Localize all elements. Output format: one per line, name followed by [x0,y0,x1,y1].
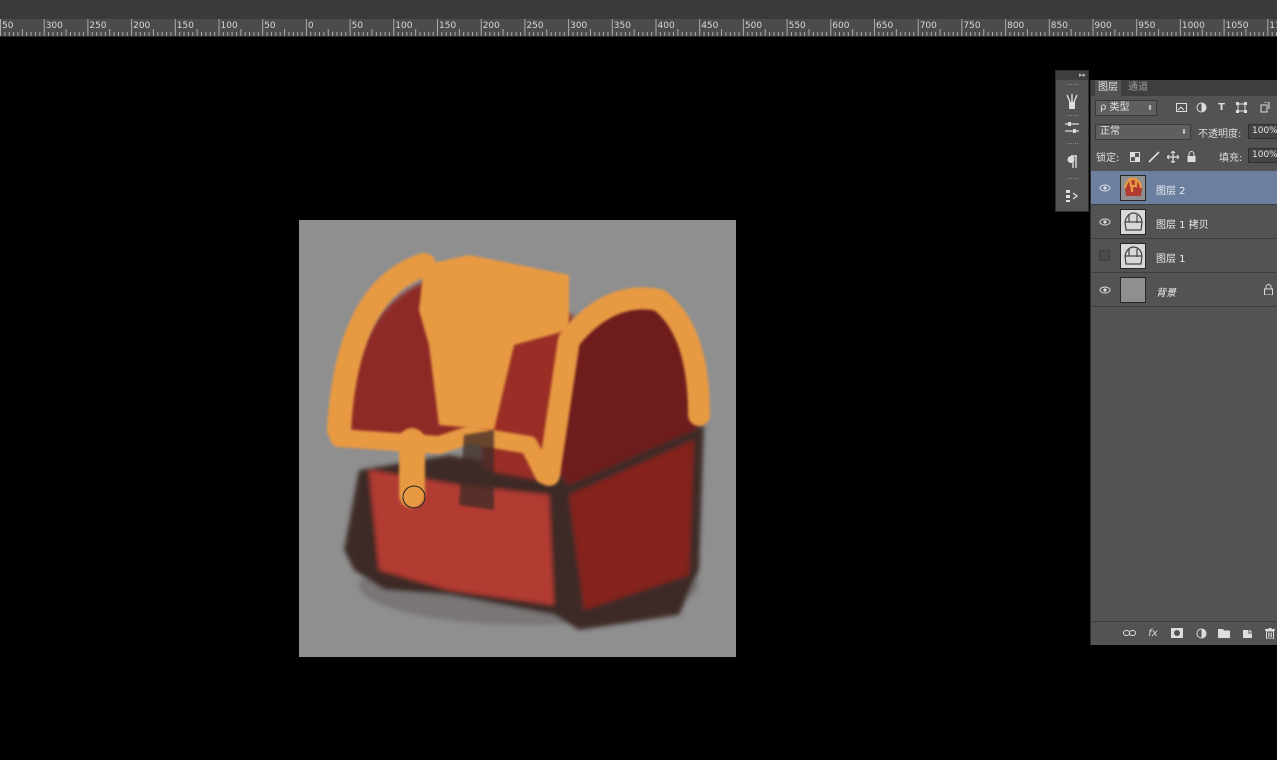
opacity-label: 不透明度: [1198,129,1242,140]
lock-icon[interactable] [1264,284,1274,296]
lock-transparent-icon[interactable] [1128,150,1141,163]
ruler-label: 150 [176,21,194,31]
ruler-label: 300 [45,21,63,31]
lock-move-icon[interactable] [1166,150,1179,163]
type-filter-icon[interactable]: T [1215,101,1228,114]
ruler-label: 150 [439,21,457,31]
ruler-label: 950 [1138,21,1156,31]
ruler-label: 1050 [1225,21,1249,31]
layer-row-background[interactable]: 背景 [1091,273,1277,307]
layer-row-layer-2[interactable]: 图层 2 [1091,171,1277,205]
blend-mode-select[interactable]: 正常 ⬍ [1095,124,1191,140]
paragraph-icon[interactable] [1061,151,1083,173]
ruler-label: 850 [1050,21,1068,31]
ruler-label: 450 [701,21,719,31]
collapsed-panel-strip: ▸▸ [1055,70,1089,212]
smart-object-filter-icon[interactable] [1258,101,1271,114]
shape-filter-icon[interactable] [1235,101,1248,114]
treasure-chest-painting [327,253,710,630]
layer-filter-kind-label: ρ 类型 [1100,102,1130,113]
visibility-toggle-off[interactable] [1099,250,1110,261]
new-layer-icon[interactable] [1240,626,1254,640]
ruler-label: 300 [570,21,588,31]
ruler-label: 1000 [1181,21,1205,31]
expand-panels-button[interactable]: ▸▸ [1056,71,1088,80]
document-canvas[interactable] [299,220,736,657]
layer-name: 图层 2 [1156,186,1186,197]
tab-layers[interactable]: 图层 [1095,80,1121,96]
visibility-eye-icon[interactable] [1099,182,1111,194]
layer-row-layer-1[interactable]: 图层 1 [1091,239,1277,273]
image-filter-icon[interactable] [1175,101,1188,114]
ruler-label: 550 [788,21,806,31]
tab-channels[interactable]: 通道 [1125,80,1151,96]
layer-thumbnail [1120,175,1146,201]
ruler-label: 250 [89,21,107,31]
adjustment-filter-icon[interactable] [1195,101,1208,114]
ruler-label: 350 [613,21,631,31]
fx-icon[interactable]: fx [1146,626,1160,640]
lock-paint-icon[interactable] [1147,150,1160,163]
adjustments-icon[interactable] [1061,117,1083,139]
ruler-label: 250 [526,21,544,31]
grip-handle[interactable] [1067,143,1078,146]
opacity-input[interactable]: 100% [1248,124,1277,139]
horizontal-ruler[interactable]: 50 300 250 200 150 100 50 0 50 100 150 200 250 300 350… [0,19,1277,37]
new-group-icon[interactable] [1217,626,1231,640]
lock-all-icon[interactable] [1185,150,1198,163]
layer-row-layer-1-copy[interactable]: 图层 1 拷贝 [1091,205,1277,239]
ruler-label: 500 [744,21,763,31]
layer-name: 图层 1 [1156,254,1186,265]
grip-handle[interactable] [1067,84,1078,87]
ruler-label: 600 [832,21,850,31]
chevron-updown-icon: ⬍ [1181,128,1187,136]
delete-layer-icon[interactable] [1263,626,1277,640]
layers-panel: 图层 通道 ρ 类型 ⬍ T 正常 ⬍ 不透明度: 100% 锁定: 填充: 100… [1090,80,1277,645]
ruler-label: 50 [2,21,14,31]
ruler-label: 650 [876,21,894,31]
blend-mode-value: 正常 [1100,126,1120,137]
fill-input[interactable]: 100% [1248,148,1277,163]
add-mask-icon[interactable] [1170,626,1184,640]
layer-thumbnail [1120,209,1146,235]
grip-handle[interactable] [1067,178,1078,181]
layer-filter-kind-select[interactable]: ρ 类型 ⬍ [1095,100,1157,116]
ruler-label: 200 [133,21,151,31]
layers-panel-footer: fx [1091,621,1277,644]
layer-thumbnail [1120,277,1146,303]
chevron-updown-icon: ⬍ [1147,104,1153,112]
lock-label: 锁定: [1096,153,1120,164]
ruler-label: 100 [395,21,413,31]
brush-presets-icon[interactable] [1061,91,1083,113]
ruler-label: 200 [482,21,500,31]
visibility-eye-icon[interactable] [1099,284,1111,296]
ruler-label: 100 [220,21,238,31]
ruler-label: 750 [963,21,981,31]
panel-tabs: 图层 通道 [1091,80,1277,96]
ruler-label: 800 [1007,21,1025,31]
visibility-eye-icon[interactable] [1099,216,1111,228]
fill-label: 填充: [1219,153,1243,164]
ruler-label: 900 [1094,21,1112,31]
layer-name: 背景 [1156,288,1176,299]
ruler-label: 50 [351,21,364,31]
ruler-label: 0 [307,21,314,31]
adjustment-layer-icon[interactable] [1194,626,1208,640]
layer-thumbnail [1120,243,1146,269]
ruler-label: 700 [919,21,937,31]
application-top-bar [0,0,1277,19]
ruler-label: 400 [657,21,675,31]
history-icon[interactable] [1061,185,1083,207]
link-layers-icon[interactable] [1122,626,1136,640]
layer-name: 图层 1 拷贝 [1156,220,1209,231]
ruler-label: 110 [1269,21,1277,31]
ruler-label: 50 [264,21,276,31]
